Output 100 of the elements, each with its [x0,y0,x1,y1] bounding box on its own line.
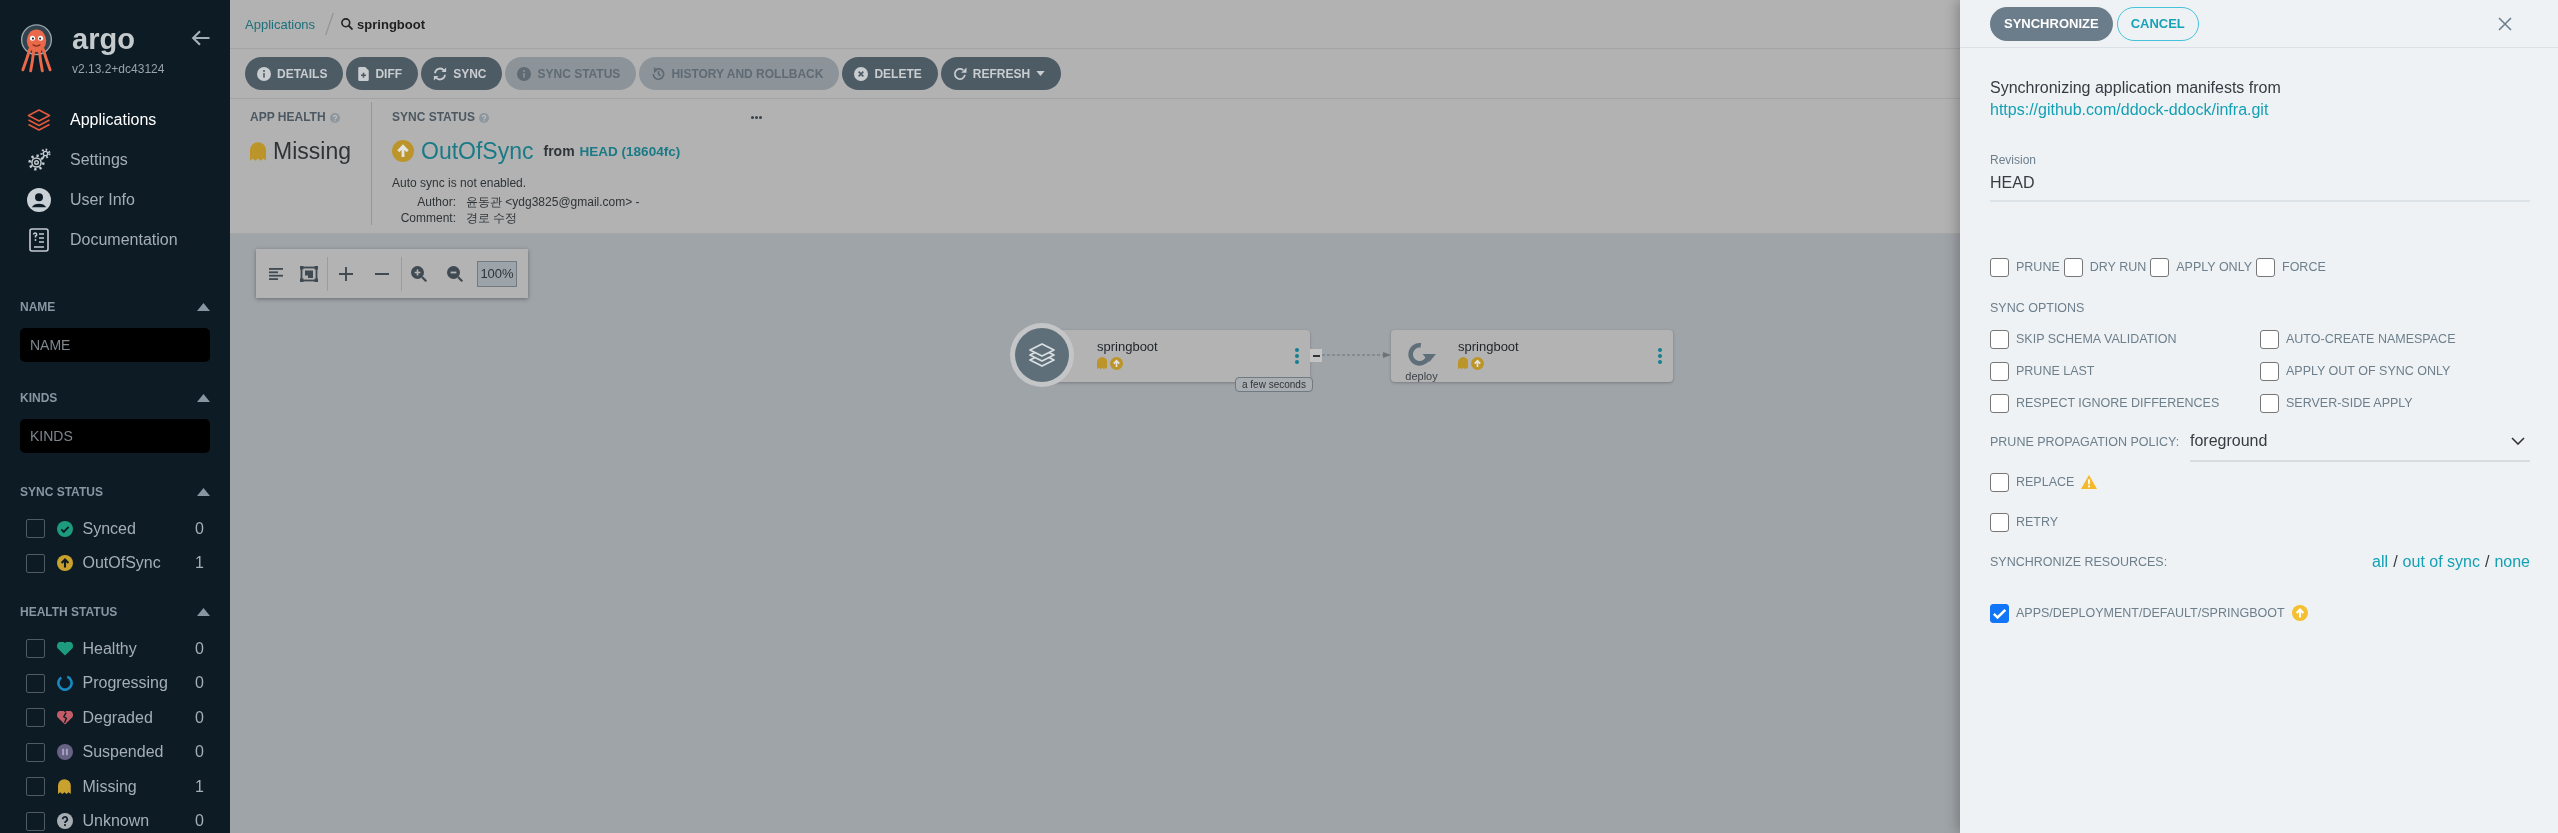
minus-icon [1312,354,1320,357]
ghost-icon [58,779,71,795]
option-label: PRUNE LAST [2016,364,2095,378]
nav-item[interactable]: User Info [20,180,210,220]
more-icon[interactable] [751,116,762,119]
checkbox[interactable] [25,673,45,693]
checkbox[interactable] [25,742,45,762]
breadcrumb-link[interactable]: Applications [245,16,316,32]
section-title: SYNC STATUS [392,110,475,125]
document-icon [29,228,49,252]
x-circle-icon [854,66,869,81]
close-icon[interactable] [2498,16,2512,31]
from-label: from [543,143,575,159]
toolbar-button[interactable]: DETAILS [245,57,344,90]
toolbar-button[interactable]: REFRESH [940,57,1062,90]
checkbox[interactable] [1990,603,2009,623]
checkbox[interactable] [25,777,45,797]
ghost-icon [250,141,266,161]
checkbox[interactable] [2063,257,2083,277]
arrow-up-circle-icon [1110,357,1124,370]
revision-link[interactable]: HEAD (18604fc) [579,143,681,159]
heart-icon [56,641,73,656]
filter-input[interactable]: NAME [20,328,210,362]
node-card[interactable]: deploy springboot [1391,330,1673,382]
checkbox[interactable] [1990,361,2009,381]
checkbox[interactable] [2260,361,2279,381]
option-label: RETRY [2016,515,2059,529]
caret-up-icon[interactable] [197,608,210,616]
checkbox[interactable] [1990,472,2009,492]
checkbox[interactable] [25,708,45,728]
checkbox[interactable] [25,553,45,573]
user-icon [27,188,51,212]
collapse-button[interactable] [1310,349,1322,362]
node-name: springboot [1458,339,1520,355]
section-title: SYNC OPTIONS [1990,299,2086,316]
filter-label: Progressing [82,674,168,693]
auto-sync-note: Auto sync is not enabled. [392,175,528,191]
zoom-out-icon[interactable] [447,265,463,282]
arrow-left-icon[interactable] [191,30,210,46]
nav-item[interactable]: Settings [20,140,210,180]
caret-up-icon[interactable] [197,394,210,402]
nav-item[interactable]: Applications [20,100,210,140]
checkbox[interactable] [2150,257,2170,277]
toolbar-button[interactable]: SYNC [421,57,503,90]
caret-up-icon[interactable] [197,303,210,311]
arrow-up-circle-icon [1471,357,1485,370]
node-name: springboot [1097,339,1159,355]
filter-label: Suspended [82,743,164,762]
chevron-down-icon [2511,437,2525,445]
toolbar-button[interactable]: DIFF [346,57,419,90]
age-label: a few seconds [1235,377,1313,392]
policy-select[interactable]: foreground [2190,422,2530,462]
resource-filter-link[interactable]: none [2494,553,2530,571]
filter-count: 1 [195,554,204,573]
checkbox[interactable] [2260,393,2279,413]
more-icon[interactable] [1295,348,1299,364]
checkbox[interactable] [1990,512,2009,532]
more-icon[interactable] [1658,348,1662,364]
zoom-in-icon[interactable] [411,265,427,282]
filter-input[interactable]: KINDS [20,419,210,453]
filter-label: Missing [82,777,137,796]
plus-icon[interactable] [339,266,353,281]
checkbox[interactable] [25,639,45,659]
minus-icon[interactable] [375,272,389,275]
toolbar-button[interactable]: DELETE [842,57,938,90]
checkbox[interactable] [1990,257,2009,277]
filter-count: 0 [195,674,204,693]
filter-label: Unknown [82,812,150,831]
filter-count: 0 [195,708,204,727]
search-icon[interactable] [341,18,354,30]
option-label: AUTO-CREATE NAMESPACE [2286,332,2456,346]
checkbox[interactable] [2260,329,2279,349]
sync-icon [433,66,448,81]
checkbox[interactable] [1990,393,2009,413]
filter-label: Healthy [82,639,137,658]
fit-screen-icon[interactable] [300,265,318,282]
repo-link[interactable]: https://github.com/ddock-ddock/infra.git [1990,101,2269,118]
check-circle-icon [56,520,73,537]
filter-title: HEALTH STATUS [20,605,118,619]
checkbox[interactable] [25,519,45,539]
filter-count: 0 [195,639,204,658]
edge-arrow [1322,351,1391,359]
breadcrumb-separator [325,13,335,35]
resource-filter-link[interactable]: out of sync [2402,553,2480,571]
breadcrumb-current: springboot [357,16,425,32]
link-separator: / [2484,553,2490,571]
revision-field[interactable]: Revision HEAD [1990,153,2530,202]
align-left-icon[interactable] [269,267,283,280]
checkbox[interactable] [25,811,45,831]
progress-ring-icon [56,675,73,692]
comment-value: 경로 수정 [466,210,519,226]
resource-filter-link[interactable]: all [2372,553,2389,571]
version-label: v2.13.2+dc43124 [72,62,165,76]
ghost-icon [1458,357,1469,370]
filter-label: Synced [82,519,136,538]
caret-up-icon[interactable] [197,488,210,496]
nav-item[interactable]: Documentation [20,220,210,260]
checkbox[interactable] [2256,257,2275,277]
synchronize-button[interactable]: SYNCHRONIZE [1990,6,2113,41]
checkbox[interactable] [1990,329,2009,349]
